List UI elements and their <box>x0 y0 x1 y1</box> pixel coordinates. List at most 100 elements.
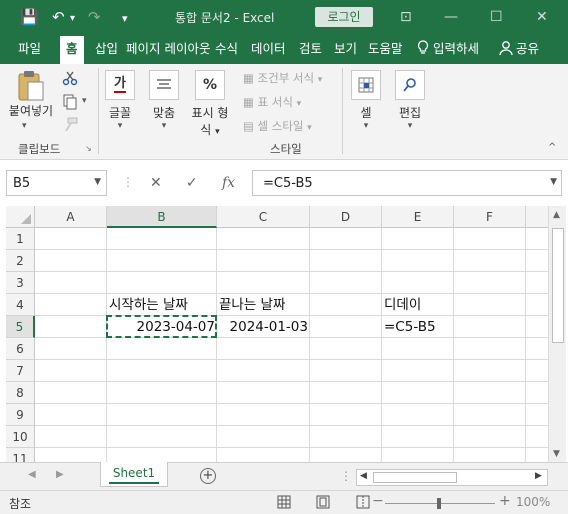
tab-page-layout[interactable]: 페이지 레이아웃 <box>126 40 210 58</box>
percent-icon: % <box>195 70 225 100</box>
table-icon: ▦ <box>243 95 254 109</box>
page-layout-view-icon[interactable] <box>316 495 330 512</box>
row-header-11[interactable]: 11 <box>6 448 35 462</box>
scroll-up-icon[interactable]: ▲ <box>553 210 560 220</box>
formula-input[interactable]: =C5-B5 ▼ <box>252 170 562 196</box>
row-header-2[interactable]: 2 <box>6 250 35 272</box>
row-header-3[interactable]: 3 <box>6 272 35 294</box>
redo-icon[interactable]: ↷ <box>88 7 101 27</box>
enter-icon[interactable]: ✓ <box>186 175 198 191</box>
cell-c5[interactable]: 2024-01-03 <box>217 316 308 338</box>
row-header-6[interactable]: 6 <box>6 338 35 360</box>
cell-e5[interactable]: =C5-B5 <box>384 316 454 338</box>
editing-label: 편집 <box>398 106 422 120</box>
scroll-right-icon[interactable]: ▶ <box>535 471 542 481</box>
select-all-button[interactable] <box>6 206 35 228</box>
scroll-down-icon[interactable]: ▼ <box>553 449 560 459</box>
cells-button[interactable]: 셀 ▾ <box>350 70 382 131</box>
row-header-8[interactable]: 8 <box>6 382 35 404</box>
status-mode: 참조 <box>9 497 32 511</box>
cancel-icon[interactable]: ✕ <box>150 175 162 191</box>
window-title: 통합 문서2 - Excel <box>175 11 275 25</box>
copy-dropdown-icon[interactable]: ▾ <box>82 96 87 106</box>
copy-icon[interactable] <box>62 94 78 113</box>
row-header-7[interactable]: 7 <box>6 360 35 382</box>
lightbulb-icon[interactable] <box>417 40 429 61</box>
row-header-5[interactable]: 5 <box>6 316 35 338</box>
column-header-c[interactable]: C <box>217 206 310 228</box>
group-divider <box>342 68 343 154</box>
clipboard-launcher-icon[interactable]: ↘ <box>85 144 92 153</box>
next-sheet-icon[interactable]: ▶ <box>56 469 64 480</box>
tab-review[interactable]: 검토 <box>299 40 322 58</box>
vertical-scrollbar[interactable]: ▲ ▼ <box>548 206 566 462</box>
undo-dropdown-icon[interactable]: ▾ <box>70 9 75 29</box>
row-header-4[interactable]: 4 <box>6 294 35 316</box>
tell-me-search[interactable]: 입력하세 <box>433 40 479 58</box>
minimize-icon[interactable]: — <box>444 7 458 27</box>
customize-quick-access-icon[interactable]: ▾ <box>122 9 128 29</box>
tab-home[interactable]: 홈 <box>60 36 84 64</box>
row-header-1[interactable]: 1 <box>6 228 35 250</box>
number-format-button[interactable]: % 표시 형 식 ▾ <box>188 70 232 138</box>
tab-help[interactable]: 도움말 <box>368 40 403 58</box>
column-header-a[interactable]: A <box>35 206 107 228</box>
row-header-9[interactable]: 9 <box>6 404 35 426</box>
cell-e4[interactable]: 디데이 <box>384 294 454 316</box>
zoom-level[interactable]: 100% <box>516 495 550 509</box>
cell-styles-button[interactable]: ▤ 셀 스타일 ▾ <box>243 118 312 134</box>
format-as-table-button[interactable]: ▦ 표 서식 ▾ <box>243 94 301 110</box>
name-box[interactable]: B5 ▼ <box>6 170 107 196</box>
login-button[interactable]: 로그인 <box>315 7 373 27</box>
column-header-e[interactable]: E <box>382 206 454 228</box>
formula-bar: B5 ▼ ⋮ ✕ ✓ fx =C5-B5 ▼ <box>0 165 568 203</box>
person-icon[interactable] <box>499 40 513 61</box>
vertical-scroll-thumb[interactable] <box>552 228 564 343</box>
font-button[interactable]: 가 글꼴 ▾ <box>104 70 136 131</box>
cut-icon[interactable] <box>62 70 78 89</box>
share-button[interactable]: 공유 <box>516 40 539 58</box>
column-header-f[interactable]: F <box>454 206 526 228</box>
scroll-left-icon[interactable]: ◀ <box>360 471 367 481</box>
tab-formulas[interactable]: 수식 <box>215 40 238 58</box>
normal-view-icon[interactable] <box>277 495 291 512</box>
alignment-button[interactable]: 맞춤 ▾ <box>146 70 182 131</box>
save-icon[interactable]: 💾 <box>20 7 39 27</box>
zoom-slider-knob[interactable] <box>437 498 441 509</box>
ribbon-display-options-icon[interactable]: ⊡ <box>400 7 412 27</box>
horizontal-scrollbar[interactable]: ◀ ▶ <box>356 469 548 486</box>
tab-insert[interactable]: 삽입 <box>95 40 118 58</box>
collapse-ribbon-icon[interactable]: ^ <box>548 142 556 153</box>
paste-button[interactable]: 붙여넣기 <box>6 70 56 119</box>
name-box-dropdown-icon[interactable]: ▼ <box>94 177 101 187</box>
editing-button[interactable]: 편집 ▾ <box>394 70 426 131</box>
restore-icon[interactable]: ☐ <box>490 7 503 27</box>
tab-split-handle-icon[interactable]: ⋮ <box>340 469 352 483</box>
page-break-view-icon[interactable] <box>356 495 370 512</box>
column-header-g[interactable] <box>526 206 548 228</box>
tab-data[interactable]: 데이터 <box>251 40 286 58</box>
sheet-tab-sheet1[interactable]: Sheet1 <box>100 462 168 487</box>
column-header-b[interactable]: B <box>107 206 217 228</box>
add-sheet-icon[interactable]: + <box>200 468 216 484</box>
cells-label: 셀 <box>360 106 372 120</box>
conditional-format-button[interactable]: ▦ 조건부 서식 ▾ <box>243 70 322 86</box>
zoom-in-icon[interactable]: + <box>499 493 511 509</box>
insert-function-icon[interactable]: fx <box>222 175 235 191</box>
expand-formula-bar-icon[interactable]: ▼ <box>550 177 557 187</box>
horizontal-scroll-thumb[interactable] <box>373 472 457 483</box>
row-header-10[interactable]: 10 <box>6 426 35 448</box>
tab-view[interactable]: 보기 <box>334 40 357 58</box>
cell-b4[interactable]: 시작하는 날짜 <box>109 294 217 316</box>
close-icon[interactable]: ✕ <box>536 7 548 27</box>
format-painter-icon[interactable] <box>62 117 78 136</box>
worksheet-grid[interactable]: A B C D E F 1 2 3 4 5 6 7 8 9 10 11 시작하는… <box>6 206 548 462</box>
zoom-out-icon[interactable]: − <box>372 493 384 509</box>
gridline <box>381 228 382 462</box>
paste-dropdown-icon[interactable]: ▾ <box>22 121 27 131</box>
cell-c4[interactable]: 끝나는 날짜 <box>219 294 311 316</box>
undo-icon[interactable]: ↶ <box>52 7 65 27</box>
prev-sheet-icon[interactable]: ◀ <box>28 469 36 480</box>
column-header-d[interactable]: D <box>310 206 382 228</box>
tab-file[interactable]: 파일 <box>18 40 41 58</box>
